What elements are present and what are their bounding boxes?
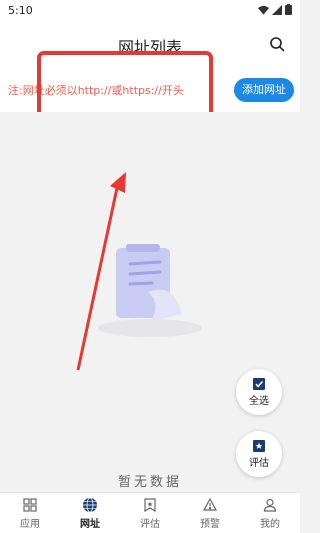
select-all-button[interactable]: 全选 [236, 369, 282, 415]
select-all-label: 全选 [249, 396, 269, 407]
tab-profile-label: 我的 [260, 518, 280, 530]
status-icons [258, 4, 292, 15]
tab-urls-label: 网址 [80, 518, 100, 530]
tab-apps-label: 应用 [20, 518, 40, 530]
wifi-icon [258, 5, 269, 15]
status-time: 5:10 [8, 4, 33, 17]
evaluate-button[interactable]: 评估 [236, 431, 282, 477]
search-button[interactable] [266, 33, 288, 55]
bottom-tab-bar: 应用 网址 评估 预警 我的 [0, 492, 300, 533]
tab-apps[interactable]: 应用 [0, 493, 60, 533]
evaluate-label: 评估 [249, 458, 269, 469]
bookmark-star-icon [253, 440, 265, 452]
apps-icon [22, 497, 38, 513]
person-icon [262, 497, 278, 513]
tab-warning[interactable]: 预警 [180, 493, 240, 533]
bookmark-star-icon [142, 497, 158, 513]
empty-clipboard-icon [98, 244, 202, 337]
tab-evaluate-label: 评估 [140, 518, 160, 530]
globe-icon [82, 497, 98, 513]
warning-icon [202, 497, 218, 513]
checkbox-icon [253, 378, 265, 390]
tab-profile[interactable]: 我的 [240, 493, 300, 533]
tab-evaluate[interactable]: 评估 [120, 493, 180, 533]
tab-warning-label: 预警 [200, 518, 220, 530]
tab-urls[interactable]: 网址 [60, 493, 120, 533]
search-icon [270, 37, 285, 52]
signal-icon [272, 4, 282, 15]
add-url-button[interactable]: 添加网址 [234, 78, 294, 102]
status-bar: 5:10 [0, 0, 300, 22]
battery-icon [285, 4, 292, 15]
